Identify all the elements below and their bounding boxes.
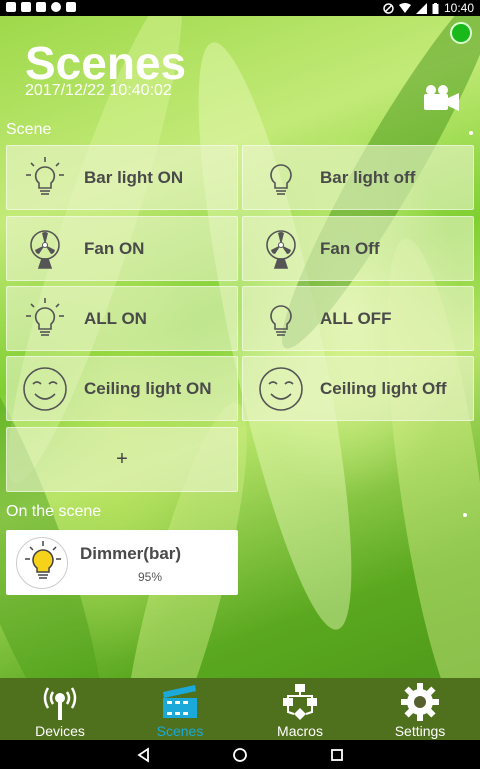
scene-button-all-off[interactable]: ALL OFF [242,286,474,351]
image-icon [21,2,31,12]
tab-settings[interactable]: Settings [360,678,480,740]
scene-button-ceiling-light-off[interactable]: Ceiling light Off [242,356,474,421]
bulb-on-icon [26,156,64,195]
scene-button-fan-on[interactable]: Fan ON [6,216,238,281]
smiley-icon [23,366,67,411]
scene-button-bar-light-on[interactable]: Bar light ON [6,145,238,210]
tab-label: Devices [35,723,85,739]
clapperboard-icon [163,685,197,718]
circle-icon [51,2,61,12]
signal-icon [415,2,427,14]
wifi-icon [398,2,411,13]
bulb-off-icon [270,163,292,195]
bulb-on-icon [26,297,64,336]
scene-label: ALL OFF [320,308,392,328]
photo-icon [36,2,46,12]
scene-button-bar-light-off[interactable]: Bar light off [242,145,474,210]
video-camera-icon[interactable] [421,84,461,112]
device-level: 95% [138,570,163,584]
tab-label: Settings [394,723,446,739]
tab-scenes[interactable]: Scenes [120,678,240,740]
scene-label: Bar light ON [84,167,184,187]
tab-label: Scenes [156,723,204,739]
clock: 10:40 [443,1,474,15]
scene-label: ALL ON [84,308,147,328]
tab-macros[interactable]: Macros [240,678,360,740]
tab-label: Macros [277,723,323,739]
add-icon: + [116,448,128,470]
home-icon[interactable] [229,744,251,766]
on-scene-section-label: On the scene [6,503,102,520]
device-card-dimmer-bar[interactable]: Dimmer(bar) 95% [6,530,238,595]
fan-icon [266,229,296,269]
scene-button-ceiling-light-on[interactable]: Ceiling light ON [6,356,238,421]
smiley-icon [259,366,303,411]
dnd-icon [383,2,394,14]
page-title: Scenes [25,37,187,89]
status-bar: 10:40 [0,0,480,16]
settings-notif-icon [66,2,76,12]
scene-label: Ceiling light Off [320,378,447,398]
fan-icon [30,229,60,269]
devices-icon [43,687,77,720]
bulb-lit-icon [25,541,61,579]
recents-icon[interactable] [326,744,348,766]
current-datetime: 2017/12/22 10:40:02 [25,82,172,99]
device-name: Dimmer(bar) [80,544,182,563]
back-icon[interactable] [133,744,155,766]
add-scene-button[interactable]: + [6,427,238,492]
indicator-dot [463,513,467,517]
scene-button-fan-off[interactable]: Fan Off [242,216,474,281]
macros-icon [283,684,317,720]
bulb-off-icon [270,304,292,336]
battery-icon [432,2,439,14]
system-nav-bar [0,740,480,769]
gear-icon [401,683,439,721]
connection-status-icon [450,22,472,44]
indicator-dot [469,131,473,135]
scene-label: Bar light off [320,167,416,187]
scene-label: Fan Off [320,238,380,258]
bottom-tab-bar: Devices Scenes Macros Settings [0,678,480,740]
scene-section-label: Scene [6,121,52,138]
scene-button-all-on[interactable]: ALL ON [6,286,238,351]
tab-devices[interactable]: Devices [0,678,120,740]
scene-label: Ceiling light ON [84,378,212,398]
gallery-icon [6,2,16,12]
notification-icons [6,2,76,12]
scene-label: Fan ON [84,238,145,258]
